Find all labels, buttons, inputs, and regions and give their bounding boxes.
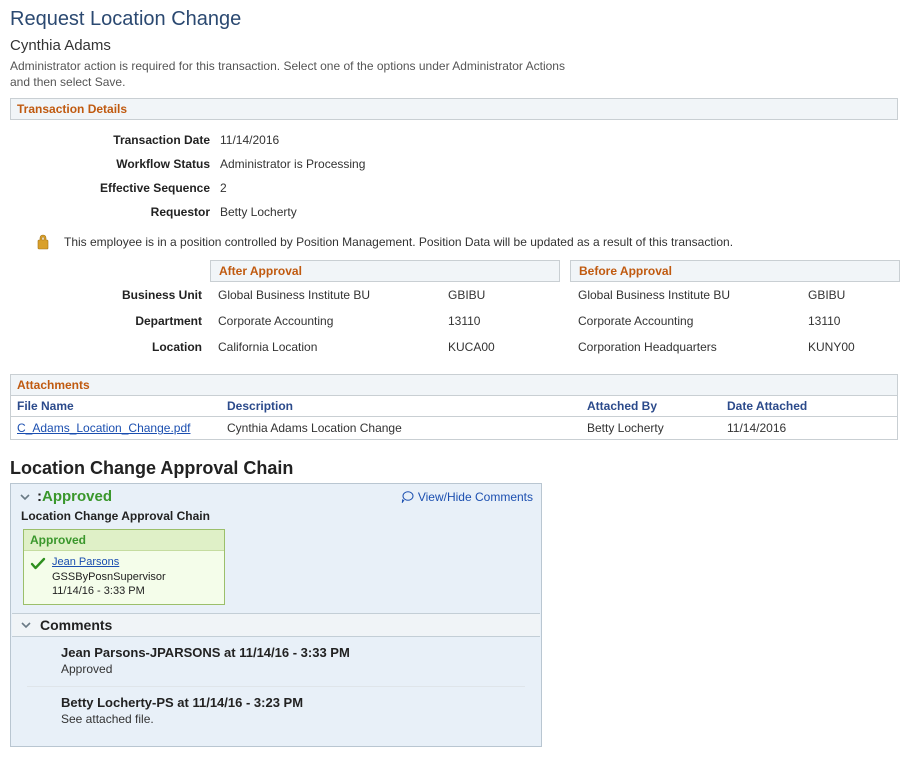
attachments-col-desc: Description [227, 399, 587, 413]
attachments-col-date: Date Attached [727, 399, 897, 413]
approval-card-status: Approved [24, 530, 224, 551]
transaction-date-label: Transaction Date [10, 133, 220, 147]
comments-disclosure-icon[interactable] [20, 619, 32, 631]
comment-body: See attached file. [61, 712, 525, 726]
after-dept-desc: Corporate Accounting [210, 308, 440, 334]
view-hide-comments-label: View/Hide Comments [418, 490, 533, 504]
comment-header: Betty Locherty-PS at 11/14/16 - 3:23 PM [61, 695, 525, 710]
before-loc-code: KUNY00 [800, 334, 900, 360]
lock-icon [36, 234, 50, 250]
transaction-details: Transaction Date 11/14/2016 Workflow Sta… [10, 120, 898, 228]
attachment-date: 11/14/2016 [727, 421, 897, 435]
comment-body: Approved [61, 662, 525, 676]
department-label: Department [10, 308, 210, 334]
attachments-header: Attachments [11, 375, 897, 396]
effective-sequence-value: 2 [220, 181, 898, 195]
instruction-text: Administrator action is required for thi… [10, 58, 570, 90]
speech-bubble-icon [400, 490, 414, 503]
attachment-desc: Cynthia Adams Location Change [227, 421, 587, 435]
before-after-grid: After Approval Before Approval Business … [10, 260, 898, 360]
page-title: Request Location Change [10, 8, 898, 31]
employee-name: Cynthia Adams [10, 37, 898, 54]
after-loc-desc: California Location [210, 334, 440, 360]
position-management-note: This employee is in a position controlle… [64, 235, 733, 249]
approver-timestamp: 11/14/16 - 3:33 PM [52, 584, 166, 598]
attachment-row: C_Adams_Location_Change.pdf Cynthia Adam… [11, 417, 897, 439]
transaction-date-value: 11/14/2016 [220, 133, 898, 147]
approver-name-link[interactable]: Jean Parsons [52, 556, 119, 568]
requestor-value: Betty Locherty [220, 205, 898, 219]
approval-chain-box: :Approved View/Hide Comments Location Ch… [10, 483, 542, 747]
chain-sub-label: Location Change Approval Chain [11, 507, 541, 529]
after-loc-code: KUCA00 [440, 334, 560, 360]
before-dept-desc: Corporate Accounting [570, 308, 800, 334]
attachments-section: Attachments File Name Description Attach… [10, 374, 898, 440]
chain-status: Approved [42, 488, 112, 505]
workflow-status-label: Workflow Status [10, 157, 220, 171]
attachments-col-file: File Name [17, 399, 227, 413]
requestor-label: Requestor [10, 205, 220, 219]
after-dept-code: 13110 [440, 308, 560, 334]
approver-role: GSSByPosnSupervisor [52, 570, 166, 584]
approval-chain-title: Location Change Approval Chain [10, 458, 898, 479]
comment-item: Jean Parsons-JPARSONS at 11/14/16 - 3:33… [27, 637, 525, 687]
before-loc-desc: Corporation Headquarters [570, 334, 800, 360]
workflow-status-value: Administrator is Processing [220, 157, 898, 171]
attachments-col-by: Attached By [587, 399, 727, 413]
effective-sequence-label: Effective Sequence [10, 181, 220, 195]
disclosure-icon[interactable] [19, 491, 31, 503]
comments-label: Comments [40, 617, 112, 633]
transaction-details-header: Transaction Details [10, 98, 898, 120]
comment-header: Jean Parsons-JPARSONS at 11/14/16 - 3:33… [61, 645, 525, 660]
after-approval-header: After Approval [210, 260, 560, 282]
before-dept-code: 13110 [800, 308, 900, 334]
after-bu-desc: Global Business Institute BU [210, 282, 440, 308]
before-bu-code: GBIBU [800, 282, 900, 308]
before-approval-header: Before Approval [570, 260, 900, 282]
location-label: Location [10, 334, 210, 360]
before-bu-desc: Global Business Institute BU [570, 282, 800, 308]
checkmark-icon [30, 557, 46, 571]
business-unit-label: Business Unit [10, 282, 210, 308]
comment-item: Betty Locherty-PS at 11/14/16 - 3:23 PM … [27, 687, 525, 736]
after-bu-code: GBIBU [440, 282, 560, 308]
attachment-by: Betty Locherty [587, 421, 727, 435]
approval-card: Approved Jean Parsons GSSByPosnSuperviso… [23, 529, 225, 605]
view-hide-comments-link[interactable]: View/Hide Comments [400, 490, 533, 504]
attachment-file-link[interactable]: C_Adams_Location_Change.pdf [17, 421, 190, 435]
